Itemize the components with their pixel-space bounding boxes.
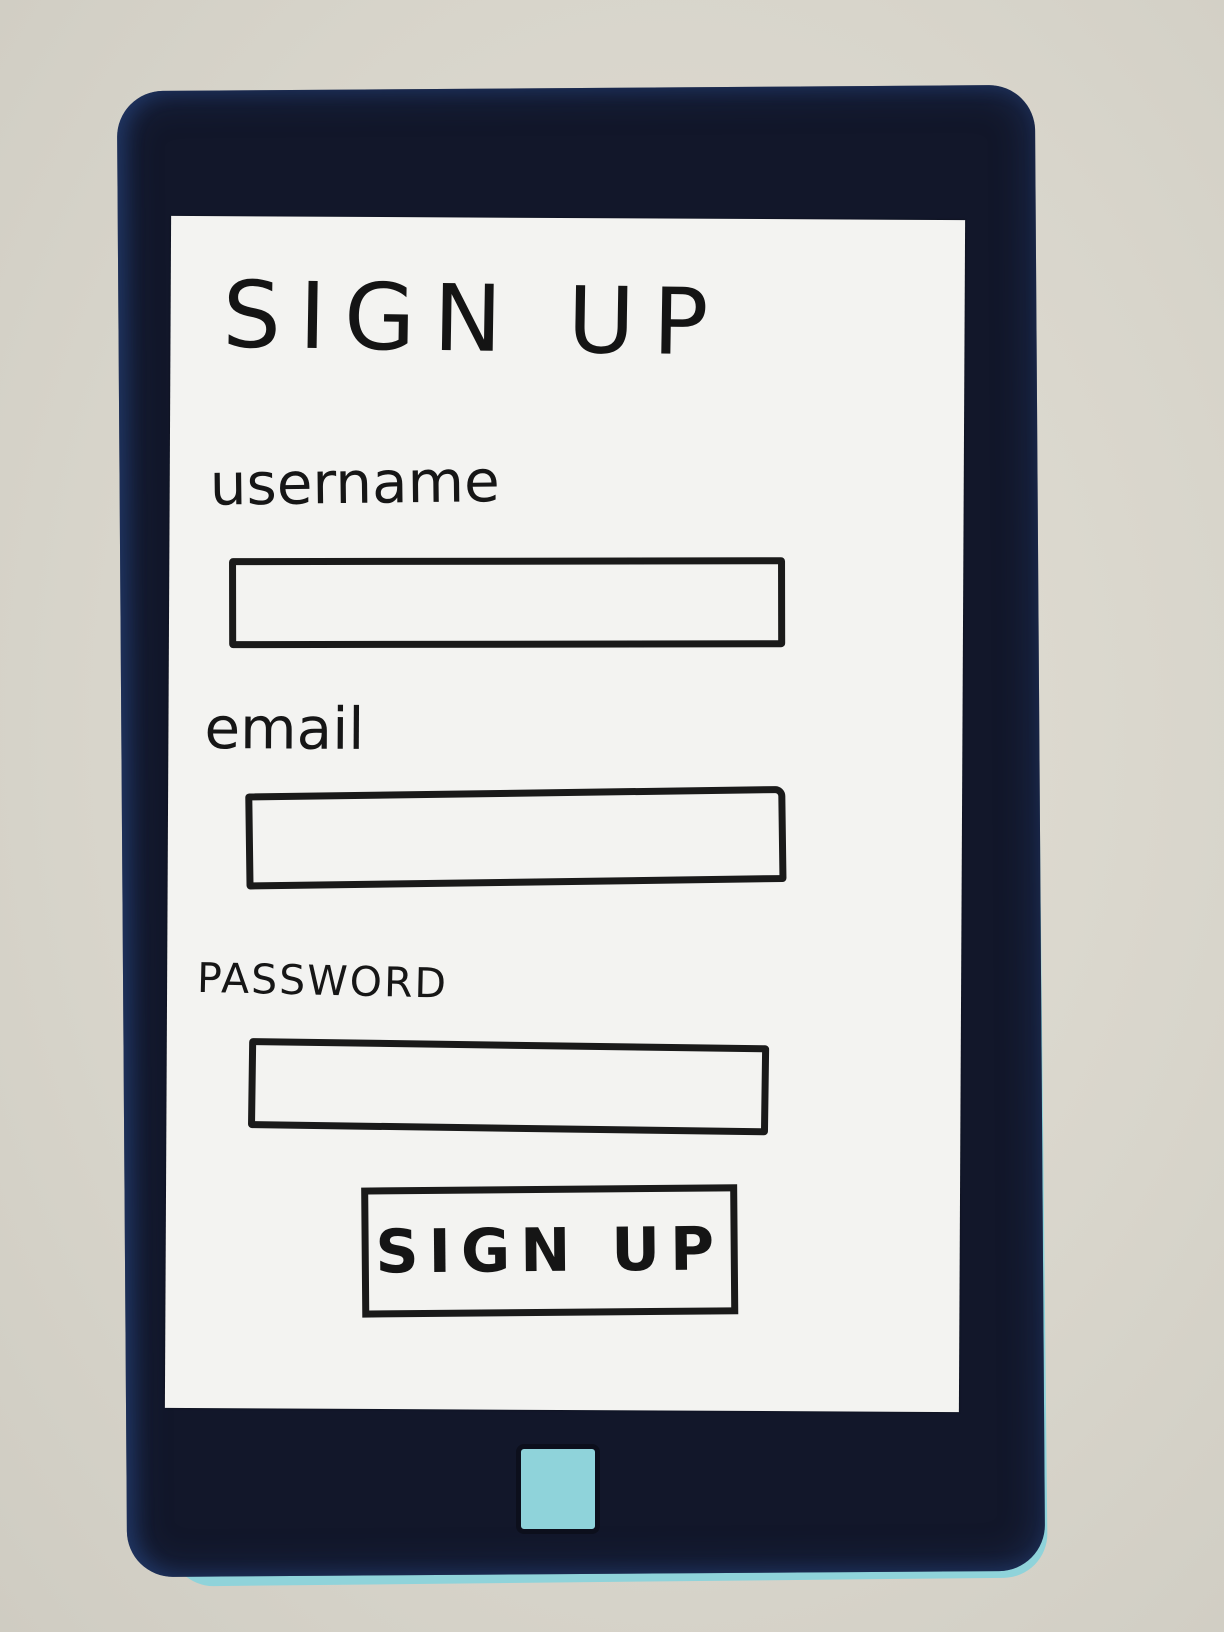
sign-up-button-label: SIGN UP — [375, 1214, 725, 1288]
email-label: email — [204, 694, 365, 763]
password-label: password — [196, 937, 449, 1012]
phone-screen: SIGN UP username email password SIGN UP — [164, 215, 966, 1413]
sign-up-button[interactable]: SIGN UP — [361, 1184, 739, 1318]
page-title: SIGN UP — [221, 261, 728, 377]
username-input[interactable] — [229, 557, 786, 649]
password-input[interactable] — [247, 1038, 770, 1136]
email-input[interactable] — [245, 785, 787, 890]
username-label: username — [209, 447, 501, 519]
home-button-icon[interactable] — [516, 1444, 600, 1534]
